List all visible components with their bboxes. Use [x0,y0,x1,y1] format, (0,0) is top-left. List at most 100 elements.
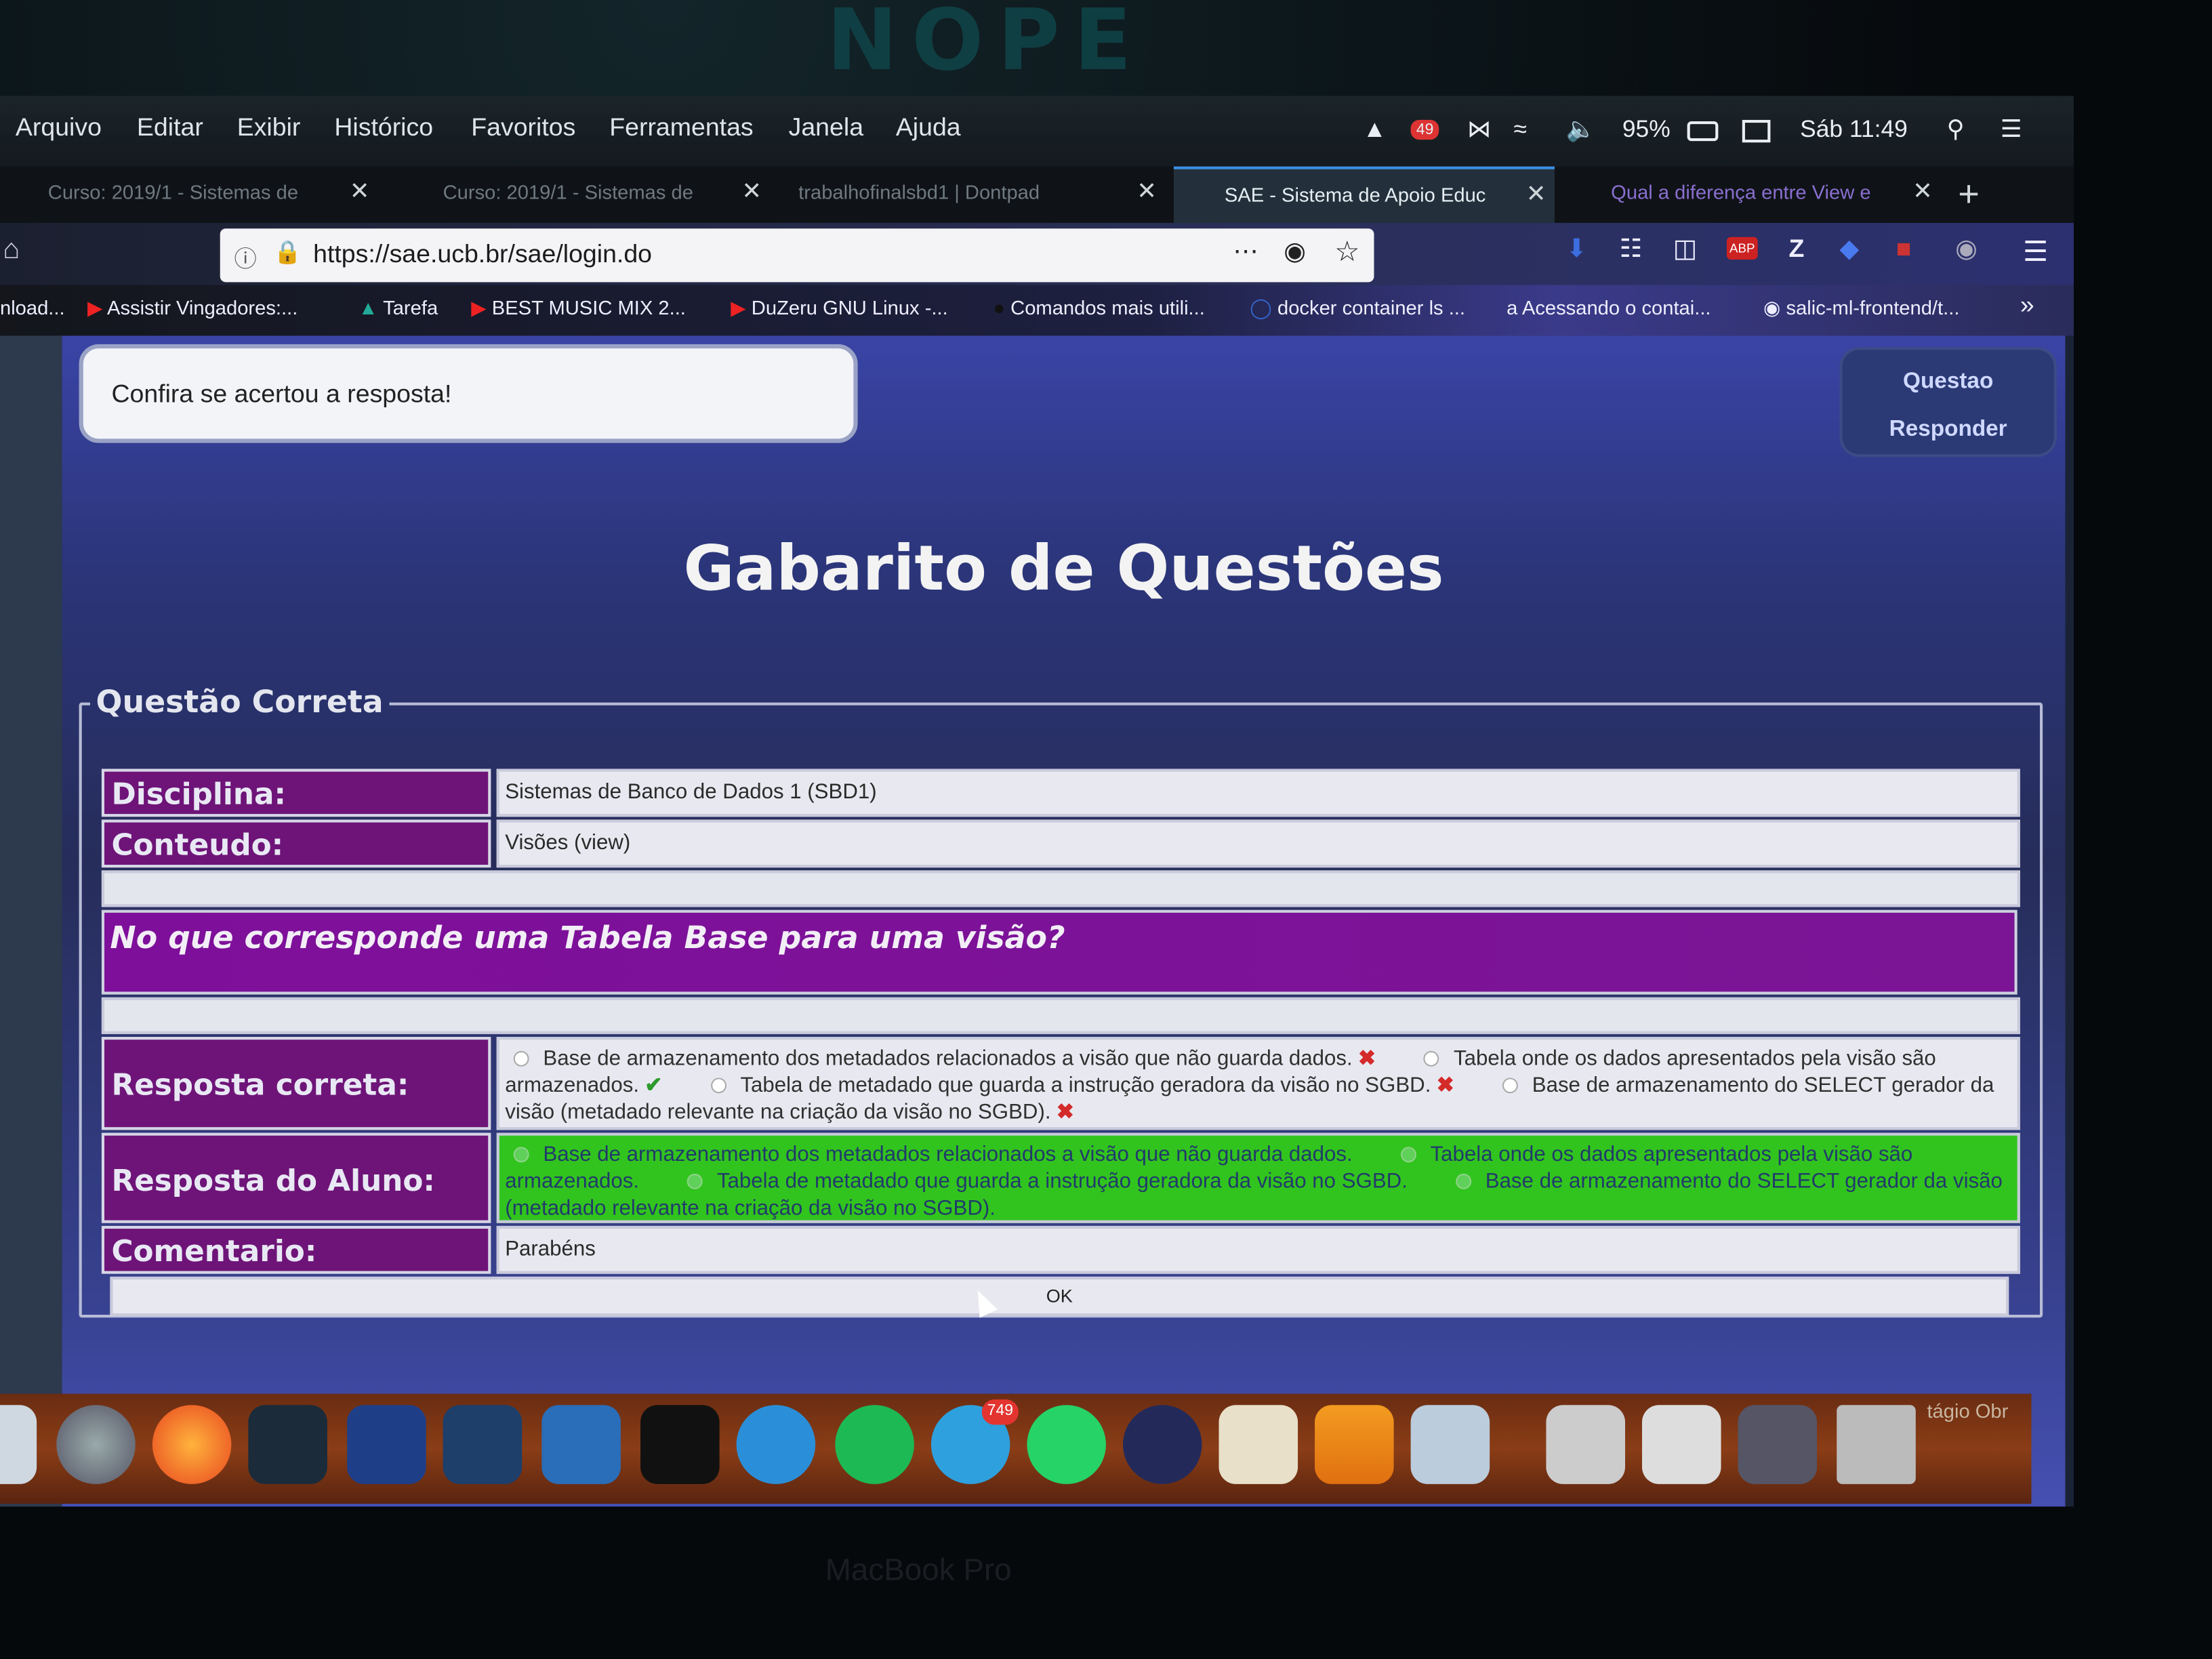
option-radio-selected[interactable] [1400,1147,1416,1163]
tab-dontpad[interactable]: trabalhofinalsbd1 | Dontpad ✕ [779,167,1165,223]
vlc-icon[interactable] [1315,1405,1394,1484]
menu-editar[interactable]: Editar [137,113,203,143]
notification-list-icon[interactable]: ☰ [2001,116,2022,144]
tab-strip: Curso: 2019/1 - Sistemas de ✕ Curso: 201… [0,166,2074,223]
address-bar[interactable]: ⓘ 🔒 https://sae.ucb.br/sae/login.do ⋯ ◉ … [220,228,1374,283]
questao-link[interactable]: Questao [1843,369,2054,394]
bookmark-item[interactable]: ▶ DuZeru GNU Linux -... [731,296,947,320]
resposta-aluno-row: Resposta do Aluno: Base de armazenamento… [101,1132,2020,1223]
check-icon: ✔ [644,1073,663,1098]
globe-icon: ◯ [1250,296,1272,319]
whatsapp-icon[interactable] [1027,1405,1106,1484]
option-text: Base de armazenamento dos metadados rela… [543,1046,1353,1071]
option-radio[interactable] [1502,1078,1518,1094]
adblock-icon[interactable]: ABP [1726,237,1758,260]
disciplina-value: Sistemas de Banco de Dados 1 (SBD1) [496,769,2020,817]
downloads-stack-icon[interactable] [1738,1405,1818,1484]
hamburger-menu-icon[interactable]: ☰ [2023,234,2048,270]
bookmark-item[interactable]: ◉ salic-ml-frontend/t... [1763,296,1959,320]
spotify-icon[interactable] [835,1405,914,1484]
zotero-icon[interactable]: Z [1788,234,1804,264]
xcode-icon[interactable] [541,1405,621,1484]
volume-icon[interactable]: 🔈 [1566,116,1596,144]
option-radio[interactable] [1456,1173,1471,1189]
git-client-icon[interactable] [248,1405,327,1484]
vscode-icon[interactable] [347,1405,426,1484]
info-icon[interactable]: ⓘ [234,240,257,274]
resposta-correta-options: Base de armazenamento dos metadados rela… [496,1036,2020,1130]
menu-ferramentas[interactable]: Ferramentas [609,113,753,143]
folder-stack-icon[interactable] [1641,1405,1721,1484]
tray-badge[interactable]: 49 [1410,119,1439,140]
option-text: Tabela de metadado que guarda a instruçã… [740,1073,1431,1098]
option-radio[interactable] [513,1050,529,1067]
resposta-correta-label: Resposta correta: [101,1036,491,1130]
keyboard-icon[interactable] [1742,119,1771,143]
bookmark-item[interactable]: ▶ Assistir Vingadores:... [87,296,298,320]
dock-trailing-text: tágio Obr [1927,1399,2009,1422]
menu-janela[interactable]: Janela [789,113,863,143]
sidebar-icon[interactable]: ◫ [1673,234,1697,264]
terminal-icon[interactable] [640,1405,720,1484]
lock-icon[interactable]: 🔒 [274,239,302,267]
tab-curso-1[interactable]: Curso: 2019/1 - Sistemas de ✕ [0,167,378,223]
bookmark-item[interactable]: a Acessando o contai... [1507,296,1711,319]
menu-historico[interactable]: Histórico [334,113,433,143]
launchpad-icon[interactable] [56,1405,136,1484]
download-icon[interactable]: ⬇ [1566,234,1587,264]
page-actions-icon[interactable]: ⋯ [1233,237,1258,267]
eclipse-icon[interactable] [1122,1405,1202,1484]
folder-stack-icon[interactable] [1546,1405,1626,1484]
vlc-tray-icon[interactable]: ▲ [1363,116,1387,144]
trash-icon[interactable] [1837,1405,1916,1484]
menu-arquivo[interactable]: Arquivo [16,113,102,143]
bookmark-star-icon[interactable]: ☆ [1334,234,1359,270]
translate-icon[interactable]: ◆ [1839,234,1859,264]
pocket-icon[interactable]: ◉ [1284,237,1306,267]
more-bookmarks-icon[interactable]: » [2020,291,2034,321]
conteudo-row: Conteudo: Visões (view) [101,819,2020,868]
firefox-icon[interactable] [152,1405,232,1484]
close-tab-icon[interactable]: ✕ [1912,178,1933,206]
finder-icon[interactable] [0,1405,37,1484]
option-radio[interactable] [513,1147,529,1163]
battery-percent[interactable]: 95% [1622,116,1671,144]
account-icon[interactable]: ◉ [1955,234,1978,264]
wifi-icon[interactable]: ≈ [1514,116,1527,144]
bluetooth-icon[interactable]: ⋈ [1467,116,1491,144]
mysql-workbench-icon[interactable] [443,1405,523,1484]
amazon-icon: a [1507,296,1518,319]
bookmark-item[interactable]: ▲ Tarefa [359,296,438,319]
bookmark-item[interactable]: nload... [0,296,65,319]
preview-icon[interactable] [1410,1405,1490,1484]
home-icon[interactable]: ⌂ [3,234,20,267]
new-tab-button[interactable]: + [1958,172,1980,216]
bookmark-item[interactable]: ● Comandos mais utili... [993,296,1204,319]
library-icon[interactable]: ☷ [1620,234,1643,264]
option-text: Base de armazenamento dos metadados rela… [543,1143,1353,1167]
tab-sae[interactable]: SAE - Sistema de Apoio Educ ✕ [1173,166,1555,223]
menu-ajuda[interactable]: Ajuda [896,113,961,143]
extension-icon[interactable]: ■ [1896,234,1912,264]
section-title: Questão Correta [96,685,384,721]
option-radio[interactable] [710,1078,726,1094]
url-text[interactable]: https://sae.ucb.br/sae/login.do [313,240,652,270]
close-tab-icon[interactable]: ✕ [741,178,762,206]
bookmark-item[interactable]: ▶ BEST MUSIC MIX 2... [471,296,686,320]
close-tab-icon[interactable]: ✕ [1526,180,1547,209]
close-tab-icon[interactable]: ✕ [350,178,370,206]
option-radio[interactable] [1424,1050,1440,1067]
close-tab-icon[interactable]: ✕ [1136,178,1157,206]
tab-view-diferenca[interactable]: Qual a diferença entre View e ✕ [1560,167,1941,223]
option-radio[interactable] [687,1173,703,1189]
spotlight-search-icon[interactable]: ⚲ [1947,116,1965,144]
menu-exibir[interactable]: Exibir [237,113,301,143]
tab-curso-2[interactable]: Curso: 2019/1 - Sistemas de ✕ [395,167,771,223]
menu-favoritos[interactable]: Favoritos [471,113,575,143]
clock[interactable]: Sáb 11:49 [1800,116,1908,144]
ok-button[interactable]: OK [110,1276,2009,1317]
responder-link[interactable]: Responder [1843,417,2054,443]
java-icon[interactable] [1218,1405,1298,1484]
docker-icon[interactable] [736,1405,816,1484]
bookmark-item[interactable]: ◯ docker container ls ... [1250,296,1465,320]
